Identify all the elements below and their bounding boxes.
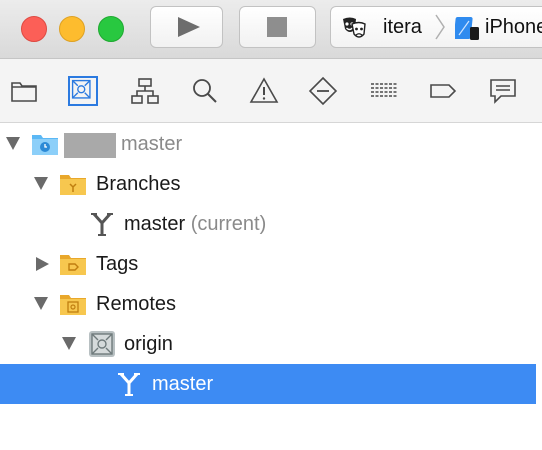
stop-button[interactable] bbox=[239, 6, 316, 48]
source-control-tree: master Branches master (current) Tags Re… bbox=[0, 124, 542, 450]
tree-row-repository[interactable]: master bbox=[0, 124, 536, 164]
tags-label: Tags bbox=[96, 253, 139, 275]
disclosure-expanded-icon[interactable] bbox=[34, 297, 48, 310]
tree-row-remote-branch[interactable]: master bbox=[0, 364, 536, 404]
tree-row-branches[interactable]: Branches bbox=[0, 164, 536, 204]
tree-row-tags[interactable]: Tags bbox=[0, 244, 536, 284]
scheme-name: itera bbox=[383, 16, 422, 38]
warning-icon[interactable] bbox=[249, 76, 279, 106]
disclosure-expanded-icon[interactable] bbox=[6, 137, 20, 150]
run-button[interactable] bbox=[150, 6, 223, 48]
iphone-simulator-icon bbox=[455, 17, 479, 40]
report-icon[interactable] bbox=[488, 76, 518, 106]
window-toolbar: itera iPhone bbox=[0, 0, 542, 59]
zoom-window-button[interactable] bbox=[98, 16, 124, 42]
branch-name: master bbox=[124, 213, 186, 235]
hierarchy-icon[interactable] bbox=[130, 76, 160, 106]
branches-label: Branches bbox=[96, 173, 181, 195]
scheme-selector[interactable]: itera iPhone bbox=[330, 6, 542, 48]
redacted-repository-name bbox=[64, 133, 116, 158]
origin-label: origin bbox=[124, 333, 173, 355]
tags-folder-icon bbox=[59, 251, 87, 277]
branch-icon bbox=[88, 211, 116, 237]
remote-repository-icon bbox=[88, 331, 116, 357]
tree-row-remotes[interactable]: Remotes bbox=[0, 284, 536, 324]
remotes-folder-icon bbox=[59, 291, 87, 317]
navigator-tab-bar bbox=[0, 59, 542, 123]
tree-row-current-branch[interactable]: master (current) bbox=[0, 204, 536, 244]
disclosure-expanded-icon[interactable] bbox=[34, 177, 48, 190]
disclosure-expanded-icon[interactable] bbox=[62, 337, 76, 350]
source-control-icon[interactable] bbox=[68, 76, 98, 106]
repository-branch-label: master bbox=[121, 133, 183, 155]
remotes-label: Remotes bbox=[96, 293, 177, 315]
repository-icon bbox=[31, 131, 59, 157]
chevron-right-icon bbox=[435, 14, 445, 40]
current-branch-label: master (current) bbox=[124, 213, 266, 236]
branches-folder-icon bbox=[59, 171, 87, 197]
search-icon[interactable] bbox=[190, 76, 220, 106]
tree-row-origin[interactable]: origin bbox=[0, 324, 536, 364]
device-name: iPhone bbox=[485, 16, 542, 38]
folder-icon[interactable] bbox=[9, 76, 39, 106]
minimize-window-button[interactable] bbox=[59, 16, 85, 42]
current-branch-suffix: (current) bbox=[190, 213, 267, 235]
breakpoint-icon[interactable] bbox=[428, 76, 458, 106]
debug-list-icon[interactable] bbox=[369, 76, 399, 106]
remote-branch-label: master bbox=[152, 373, 214, 395]
theater-masks-icon bbox=[343, 17, 366, 38]
branch-icon bbox=[115, 371, 143, 397]
close-window-button[interactable] bbox=[21, 16, 47, 42]
disclosure-collapsed-icon[interactable] bbox=[36, 257, 49, 271]
play-icon bbox=[178, 17, 200, 37]
stop-icon bbox=[267, 17, 287, 37]
test-icon[interactable] bbox=[308, 76, 338, 106]
